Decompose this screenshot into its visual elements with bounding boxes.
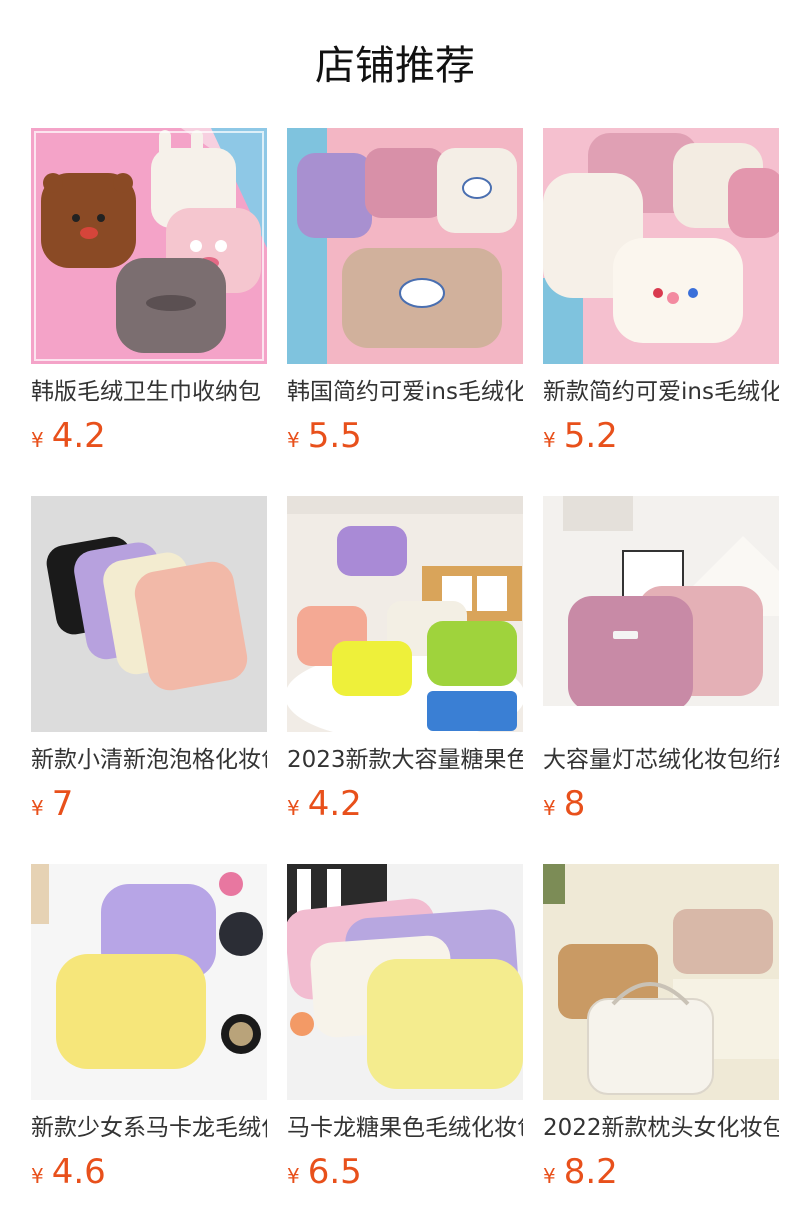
product-price: ¥5.5 [287, 416, 523, 456]
product-price: ¥4.2 [287, 784, 523, 824]
product-card[interactable]: 韩版毛绒卫生巾收纳包 ¥4.2 [31, 128, 267, 456]
product-card[interactable]: 新款小清新泡泡格化妆包 ¥7 [31, 496, 267, 824]
currency-symbol: ¥ [31, 796, 44, 820]
price-value: 6.5 [307, 1152, 362, 1192]
currency-symbol: ¥ [543, 428, 556, 452]
currency-symbol: ¥ [287, 796, 300, 820]
currency-symbol: ¥ [31, 428, 44, 452]
price-value: 8 [563, 784, 586, 824]
currency-symbol: ¥ [31, 1164, 44, 1188]
price-value: 4.6 [51, 1152, 106, 1192]
product-card[interactable]: 新款少女系马卡龙毛绒化妆包 ¥4.6 [31, 864, 267, 1192]
product-card[interactable]: 新款简约可爱ins毛绒化妆包 ¥5.2 [543, 128, 779, 456]
product-image[interactable] [287, 128, 523, 364]
product-card[interactable]: 2023新款大容量糖果色化妆包 ¥4.2 [287, 496, 523, 824]
page-title: 店铺推荐 [315, 43, 475, 89]
price-value: 5.5 [307, 416, 362, 456]
currency-symbol: ¥ [543, 1164, 556, 1188]
product-image[interactable] [31, 864, 267, 1100]
product-price: ¥4.2 [31, 416, 267, 456]
product-card[interactable]: 大容量灯芯绒化妆包绗缝 ¥8 [543, 496, 779, 824]
product-image[interactable] [543, 496, 779, 732]
product-image[interactable] [31, 496, 267, 732]
product-price: ¥5.2 [543, 416, 779, 456]
product-price: ¥8 [543, 784, 779, 824]
product-name[interactable]: 韩版毛绒卫生巾收纳包 [31, 376, 267, 408]
product-card[interactable]: 2022新款枕头女化妆包 ¥8.2 [543, 864, 779, 1192]
product-name[interactable]: 韩国简约可爱ins毛绒化妆包 [287, 376, 523, 408]
product-name[interactable]: 2022新款枕头女化妆包 [543, 1112, 779, 1144]
product-price: ¥6.5 [287, 1152, 523, 1192]
product-image[interactable] [287, 864, 523, 1100]
currency-symbol: ¥ [543, 796, 556, 820]
currency-symbol: ¥ [287, 428, 300, 452]
product-price: ¥8.2 [543, 1152, 779, 1192]
product-name[interactable]: 新款少女系马卡龙毛绒化妆包 [31, 1112, 267, 1144]
price-value: 7 [51, 784, 74, 824]
product-name[interactable]: 新款小清新泡泡格化妆包 [31, 744, 267, 776]
product-image[interactable] [543, 128, 779, 364]
currency-symbol: ¥ [287, 1164, 300, 1188]
price-value: 8.2 [563, 1152, 618, 1192]
product-card[interactable]: 马卡龙糖果色毛绒化妆包 ¥6.5 [287, 864, 523, 1192]
price-value: 5.2 [563, 416, 618, 456]
product-image[interactable] [31, 128, 267, 364]
product-price: ¥4.6 [31, 1152, 267, 1192]
price-value: 4.2 [51, 416, 106, 456]
product-card[interactable]: 韩国简约可爱ins毛绒化妆包 ¥5.5 [287, 128, 523, 456]
product-image[interactable] [543, 864, 779, 1100]
product-price: ¥7 [31, 784, 267, 824]
price-value: 4.2 [307, 784, 362, 824]
product-name[interactable]: 新款简约可爱ins毛绒化妆包 [543, 376, 779, 408]
product-name[interactable]: 大容量灯芯绒化妆包绗缝 [543, 744, 779, 776]
product-name[interactable]: 马卡龙糖果色毛绒化妆包 [287, 1112, 523, 1144]
product-name[interactable]: 2023新款大容量糖果色化妆包 [287, 744, 523, 776]
product-image[interactable] [287, 496, 523, 732]
